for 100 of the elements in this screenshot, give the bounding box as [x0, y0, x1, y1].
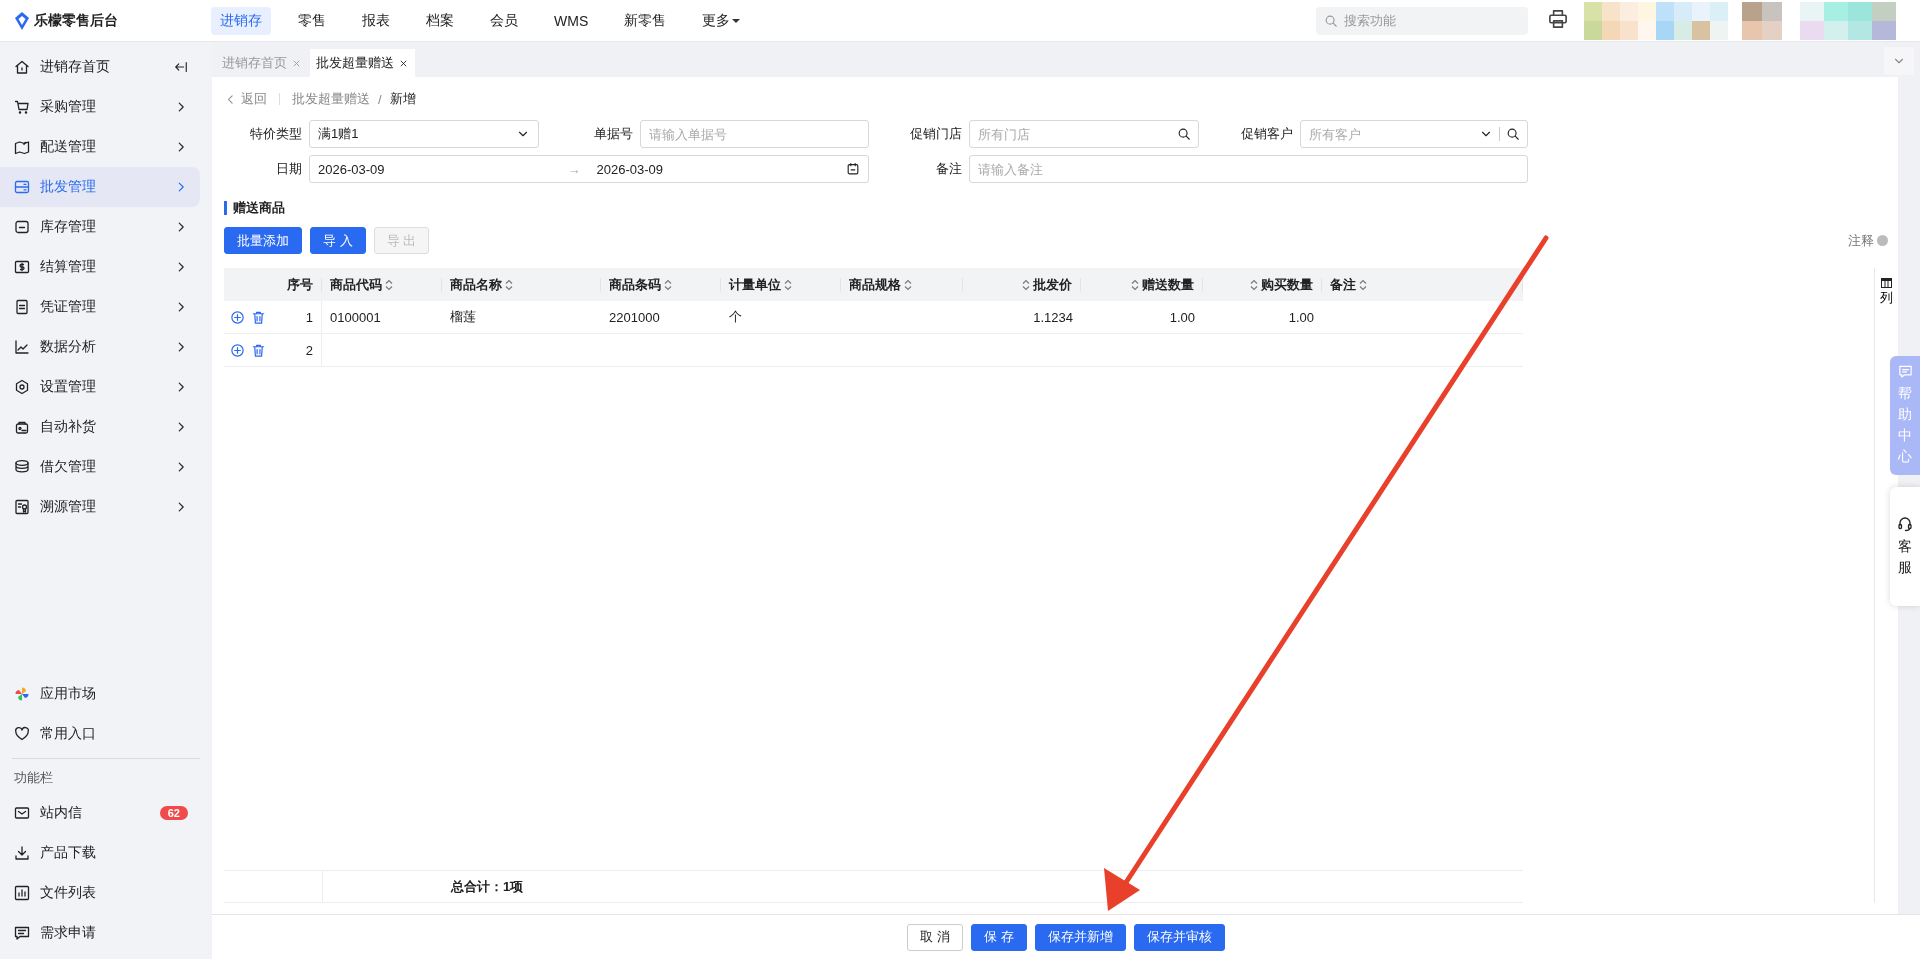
heart-icon	[14, 726, 30, 742]
sort-icon[interactable]	[1022, 278, 1030, 291]
message-icon	[14, 925, 30, 941]
mosaic-drawing	[1742, 1, 1782, 40]
add-row-icon	[230, 342, 245, 358]
settings-icon	[14, 379, 30, 395]
calendar-icon	[846, 162, 860, 176]
sidebar-item[interactable]: 配送管理	[0, 127, 200, 167]
sidebar-item[interactable]: 结算管理	[0, 247, 200, 287]
toolbar-button[interactable]: 批量添加	[224, 227, 302, 254]
action-button[interactable]: 取 消	[907, 923, 963, 951]
field-label: 单据号	[593, 125, 634, 143]
nav-item[interactable]: 档案	[417, 6, 463, 35]
table-cell: 1.00	[1288, 309, 1314, 325]
sort-icon[interactable]	[505, 278, 513, 291]
nav-item[interactable]: 进销存	[211, 6, 271, 35]
sidebar-item[interactable]: 采购管理	[0, 87, 200, 127]
column-header[interactable]: 商品名称	[442, 277, 601, 292]
sidebar-item[interactable]: 溯源管理	[0, 487, 200, 527]
toolbar-button[interactable]: 导 入	[310, 227, 366, 254]
action-button[interactable]: 保存并新增	[1034, 923, 1126, 951]
sidebar-item[interactable]: 进销存首页	[0, 47, 200, 87]
sidebar-item[interactable]: 凭证管理	[0, 287, 200, 327]
search-icon	[1506, 127, 1520, 141]
action-button[interactable]: 保存并审核	[1133, 923, 1225, 951]
collapse-icon	[174, 60, 188, 74]
date-range-field[interactable]: 2026-03-09 → 2026-03-09	[309, 155, 869, 183]
sort-icon[interactable]	[385, 278, 393, 291]
sidebar-item[interactable]: 库存管理	[0, 207, 200, 247]
sidebar-item[interactable]: 数据分析	[0, 327, 200, 367]
search-icon	[1177, 127, 1191, 141]
column-header[interactable]: 商品代码	[322, 277, 442, 292]
nav-item[interactable]: 零售	[289, 6, 335, 35]
section-title: 赠送商品	[233, 199, 285, 217]
range-arrow: →	[567, 161, 581, 177]
document-icon	[14, 299, 30, 315]
sidebar-item[interactable]: 设置管理	[0, 367, 200, 407]
sidebar-item[interactable]: 应用市场	[0, 674, 200, 714]
search-field[interactable]: 所有门店	[969, 120, 1199, 148]
breadcrumb-item: 新增	[389, 90, 416, 108]
search-icon	[1324, 13, 1338, 28]
column-header[interactable]: 商品规格	[841, 277, 963, 292]
column-header[interactable]: 备注	[1322, 277, 1523, 292]
sidebar-item[interactable]: 文件列表	[0, 873, 200, 913]
select-field[interactable]: 满1赠1	[309, 120, 539, 148]
sort-icon[interactable]	[1131, 278, 1139, 291]
table-cell: 2201000	[609, 309, 660, 325]
printer-icon	[1548, 9, 1568, 29]
line-chart-icon	[14, 339, 30, 355]
start-date: 2026-03-09	[318, 161, 386, 177]
pinwheel-icon	[14, 686, 30, 702]
column-settings-button[interactable]: 列	[1880, 278, 1893, 307]
map-icon	[14, 139, 30, 155]
sort-icon[interactable]	[664, 278, 672, 291]
field-label: 特价类型	[249, 125, 303, 143]
app-title: 乐檬零售后台	[34, 11, 118, 30]
input-field[interactable]: 请输入单据号	[640, 120, 869, 148]
nav-item[interactable]: 新零售	[615, 6, 676, 35]
sidebar-item[interactable]: 批发管理	[0, 167, 200, 207]
sidebar-item[interactable]: 需求申请	[0, 913, 200, 953]
mail-icon	[14, 805, 30, 821]
chat-icon	[1897, 364, 1913, 379]
column-header[interactable]: 计量单位	[721, 277, 841, 292]
count-badge: 62	[159, 806, 188, 820]
column-header[interactable]: 序号	[272, 277, 322, 292]
column-header[interactable]: 商品条码	[601, 277, 721, 292]
column-header[interactable]: 批发价	[963, 277, 1081, 292]
sort-icon[interactable]	[1359, 278, 1367, 291]
search-field[interactable]: 搜索功能	[1316, 6, 1528, 35]
delete-icon	[251, 309, 266, 325]
sort-icon[interactable]	[904, 278, 912, 291]
column-header[interactable]: 赠送数量	[1081, 277, 1203, 292]
cart-icon	[14, 99, 30, 115]
sidebar-item[interactable]: 产品下载	[0, 833, 200, 873]
customer-service-button[interactable]: 客服	[1890, 487, 1920, 606]
page-tab[interactable]: 批发超量赠送	[310, 49, 415, 77]
sidebar-item[interactable]: 站内信 62	[0, 793, 200, 833]
sidebar-item[interactable]: 借欠管理	[0, 447, 200, 487]
nav-item[interactable]: 会员	[481, 6, 527, 35]
table-cell: 个	[729, 308, 742, 326]
sidebar-item[interactable]: 自动补货	[0, 407, 200, 447]
nav-item[interactable]: WMS	[545, 6, 598, 35]
delete-icon	[251, 342, 266, 358]
back-link[interactable]: 返回	[224, 90, 267, 108]
action-button[interactable]: 保 存	[971, 923, 1027, 951]
field-label: 备注	[935, 160, 963, 178]
note-link[interactable]: 注释	[1848, 231, 1874, 250]
input-field[interactable]: 请输入备注	[969, 155, 1528, 183]
logo-icon	[14, 11, 30, 30]
select-field[interactable]: 所有客户	[1300, 120, 1528, 148]
sort-icon[interactable]	[1250, 278, 1258, 291]
column-header[interactable]: 购买数量	[1203, 277, 1322, 292]
sort-icon[interactable]	[784, 278, 792, 291]
breadcrumb-item[interactable]: 批发超量赠送	[292, 90, 370, 108]
table-cell: 2	[305, 342, 313, 358]
section-label: 功能栏	[13, 769, 54, 787]
nav-item[interactable]: 更多	[693, 6, 750, 35]
sidebar-item[interactable]: 常用入口	[0, 714, 200, 754]
certificate-icon	[14, 499, 30, 515]
nav-item[interactable]: 报表	[353, 6, 399, 35]
